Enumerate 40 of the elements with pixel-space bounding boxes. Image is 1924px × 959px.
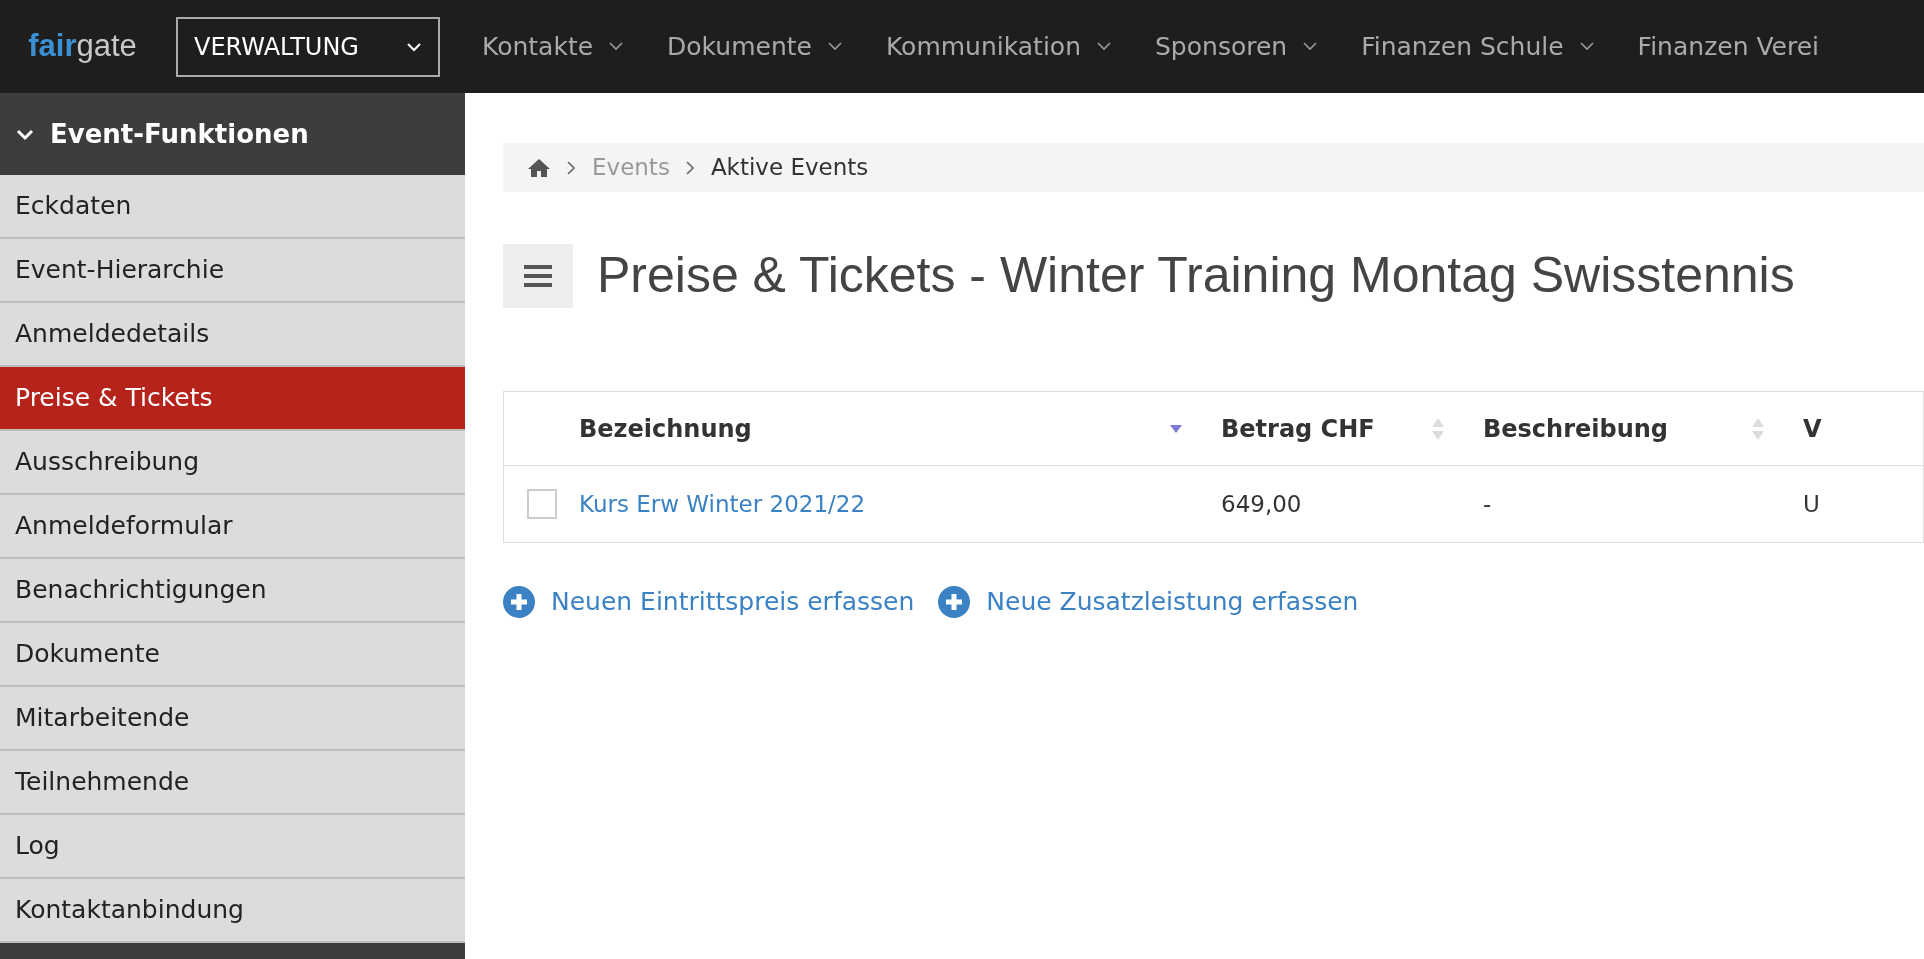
chevron-down-icon	[1303, 42, 1318, 51]
chevron-down-icon	[406, 41, 422, 52]
table-cell: 649,00	[1221, 490, 1302, 517]
logo[interactable]: fairgate	[0, 23, 165, 70]
column-header[interactable]: Betrag CHF	[1221, 410, 1375, 447]
nav-menu[interactable]: Dokumente	[667, 27, 842, 66]
nav-menu[interactable]: Kontakte	[482, 27, 624, 66]
menu-button[interactable]	[503, 243, 573, 308]
row-checkbox[interactable]	[526, 489, 557, 519]
breadcrumb-current: Aktive Events	[710, 153, 869, 183]
chevron-down-icon	[1097, 42, 1111, 51]
sort-icon[interactable]	[1751, 416, 1765, 441]
plus-circle-icon	[938, 585, 971, 618]
table-cell: -	[1483, 490, 1492, 517]
sidebar-header[interactable]: Event-Funktionen	[0, 93, 465, 175]
sidebar-item[interactable]: Preise & Tickets	[0, 367, 465, 431]
chevron-right-icon	[567, 160, 576, 175]
chevron-right-icon	[685, 160, 695, 175]
row-link[interactable]: Kurs Erw Winter 2021/22	[579, 490, 866, 517]
column-header[interactable]: V	[1803, 410, 1822, 447]
nav-menu[interactable]: Finanzen Schule	[1361, 27, 1594, 66]
column-header[interactable]: Beschreibung	[1483, 410, 1669, 447]
plus-circle-icon	[503, 585, 535, 618]
sidebar-section-header[interactable]	[0, 943, 465, 959]
nav-menu[interactable]: Sponsoren	[1155, 27, 1318, 66]
module-dropdown[interactable]: VERWALTUNG	[176, 16, 440, 77]
nav-menu[interactable]: Finanzen Verei	[1637, 27, 1820, 66]
nav-menu[interactable]: Kommunikation	[885, 27, 1111, 66]
page-title: Preise & Tickets - Winter Training Montag Swisstennis	[597, 246, 1795, 305]
table-cell: U	[1803, 490, 1820, 517]
sort-descending-icon[interactable]	[1169, 423, 1183, 434]
chevron-down-icon	[1579, 42, 1594, 51]
sort-icon[interactable]	[1431, 416, 1445, 441]
add-link[interactable]: Neue Zusatzleistung erfassen	[938, 583, 1359, 621]
home-icon[interactable]	[527, 157, 551, 178]
menu-icon	[523, 263, 553, 288]
add-link[interactable]: Neuen Eintrittspreis erfassen	[503, 583, 915, 621]
chevron-down-icon	[827, 42, 842, 51]
column-header[interactable]: Bezeichnung	[579, 410, 752, 447]
chevron-down-icon	[609, 42, 624, 51]
